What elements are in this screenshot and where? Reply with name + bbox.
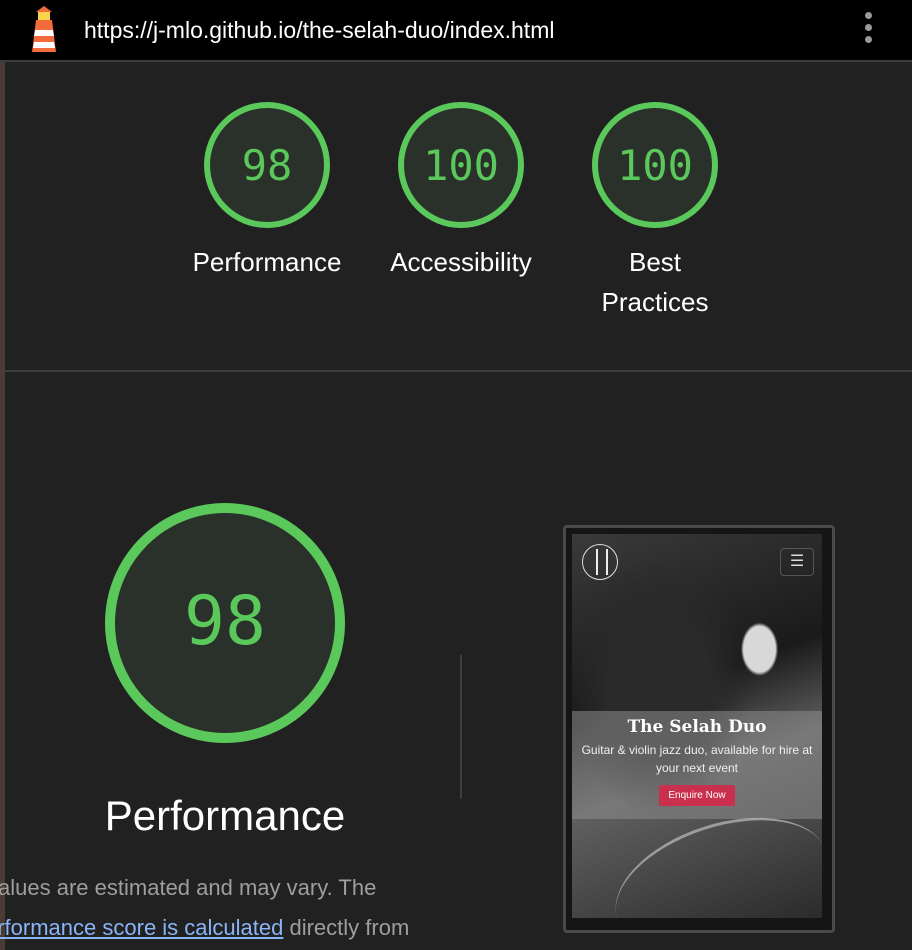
lighthouse-icon	[32, 6, 56, 52]
category-gauges: 98 Performance 100 Accessibility 100 Bes…	[0, 62, 912, 370]
gauge-label: Best Practices	[601, 247, 709, 317]
desc-text: Values are estimated and may vary. The	[0, 875, 377, 900]
gauge-score: 100	[617, 141, 693, 190]
section-divider	[5, 370, 912, 372]
gauge-accessibility[interactable]: 100 Accessibility	[371, 100, 551, 282]
score-calculator-link[interactable]: erformance score is calculated	[0, 915, 283, 940]
performance-description: Values are estimated and may vary. The e…	[0, 868, 465, 948]
performance-gauge-large: 98	[100, 498, 350, 753]
gauge-best-practices[interactable]: 100 Best Practices	[565, 100, 745, 322]
hero-band: The Selah Duo Guitar & violin jazz duo, …	[572, 711, 822, 819]
hero-title: The Selah Duo	[627, 717, 767, 737]
kebab-menu-icon[interactable]	[860, 12, 876, 48]
hero-subtitle: Guitar & violin jazz duo, available for …	[581, 743, 813, 775]
hamburger-icon: ☰	[780, 548, 814, 576]
gauge-score: 98	[242, 141, 293, 190]
desc-text-after: directly from	[283, 915, 410, 940]
gauge-label: Accessibility	[390, 247, 532, 277]
selah-logo-icon	[582, 544, 618, 580]
gauge-label: Performance	[192, 247, 342, 277]
vertical-divider	[460, 655, 462, 799]
enquire-button: Enquire Now	[659, 785, 735, 806]
gauge-ring: 98	[105, 503, 345, 743]
gauge-ring: 98	[204, 102, 330, 228]
gauge-ring: 100	[592, 102, 718, 228]
page-url[interactable]: https://j-mlo.github.io/the-selah-duo/in…	[84, 17, 554, 44]
address-bar: https://j-mlo.github.io/the-selah-duo/in…	[0, 0, 912, 62]
gauge-performance[interactable]: 98 Performance	[177, 100, 357, 282]
performance-title: Performance	[104, 792, 346, 839]
gauge-score: 98	[184, 582, 266, 661]
gauge-ring: 100	[398, 102, 524, 228]
final-screenshot: ☰ The Selah Duo Guitar & violin jazz duo…	[572, 534, 822, 918]
gauge-score: 100	[423, 141, 499, 190]
